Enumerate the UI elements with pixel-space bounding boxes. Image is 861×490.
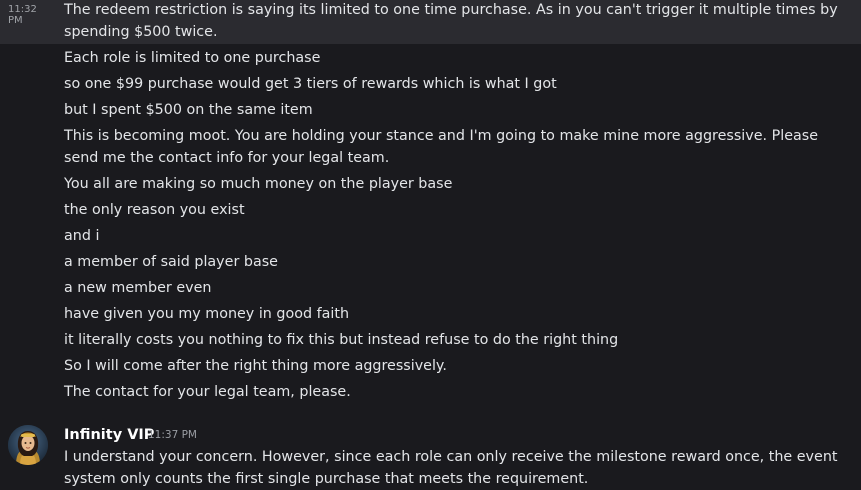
message-timestamp[interactable]: 11:32 PM xyxy=(8,4,54,26)
message-text: I understand your concern. However, sinc… xyxy=(64,449,843,487)
message-line: The redeem restriction is saying its lim… xyxy=(64,2,843,40)
message-line: but I spent $500 on the same item xyxy=(64,102,313,118)
avatar-image xyxy=(8,425,48,465)
message-line: Each role is limited to one purchase xyxy=(64,50,321,66)
message-timestamp[interactable]: 11:37 PM xyxy=(148,429,197,441)
message-line: the only reason you exist xyxy=(64,202,245,218)
message-line: The contact for your legal team, please. xyxy=(64,384,351,400)
message-line: it literally costs you nothing to fix th… xyxy=(64,332,619,348)
message-line: have given you my money in good faith xyxy=(64,306,350,322)
message-line: a member of said player base xyxy=(64,254,278,270)
message-line: and i xyxy=(64,228,100,244)
message-line: so one $99 purchase would get 3 tiers of… xyxy=(64,76,557,92)
chat-message-list: 11:32 PM The redeem restriction is sayin… xyxy=(0,0,861,490)
message-line: This is becoming moot. You are holding y… xyxy=(64,128,823,166)
username[interactable]: Infinity VIP xyxy=(64,425,154,445)
avatar[interactable] xyxy=(8,425,48,465)
message-line: a new member even xyxy=(64,280,212,296)
message-line: So I will come after the right thing mor… xyxy=(64,358,447,374)
message-line: You all are making so much money on the … xyxy=(64,176,453,192)
